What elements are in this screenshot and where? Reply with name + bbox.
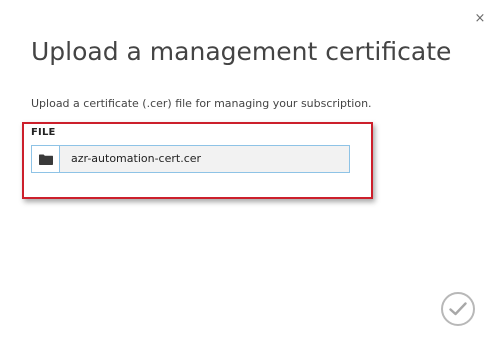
checkmark-icon (449, 302, 467, 316)
confirm-button[interactable] (441, 292, 475, 326)
file-field-label: FILE (31, 127, 56, 138)
dialog-title: Upload a management certificate (31, 37, 452, 66)
close-icon: × (474, 11, 486, 26)
folder-icon (38, 154, 53, 165)
upload-certificate-dialog: × Upload a management certificate Upload… (0, 0, 501, 352)
dialog-description: Upload a certificate (.cer) file for man… (31, 97, 372, 110)
close-button[interactable]: × (472, 10, 488, 28)
file-upload-input[interactable]: azr-automation-cert.cer (31, 145, 350, 173)
selected-file-name: azr-automation-cert.cer (71, 152, 202, 165)
browse-file-button[interactable] (32, 146, 60, 172)
